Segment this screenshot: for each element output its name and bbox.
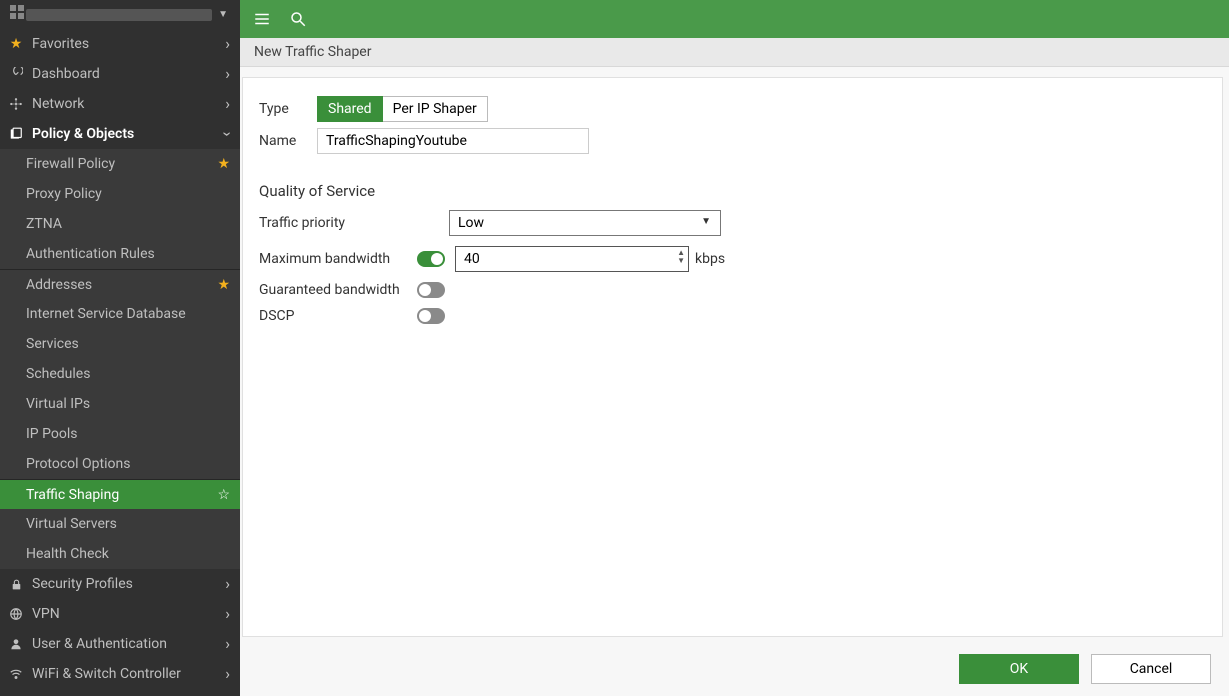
cancel-button[interactable]: Cancel — [1091, 654, 1211, 684]
user-icon — [8, 637, 24, 651]
sidebar-item-addresses[interactable]: Addresses ★ — [0, 269, 240, 299]
sidebar: ▼ ★ Favorites › Dashboard › Network › Po… — [0, 0, 240, 696]
lock-icon — [8, 578, 24, 591]
sidebar-item-label: IP Pools — [26, 426, 77, 442]
sidebar-section-wifi-switch[interactable]: WiFi & Switch Controller › — [0, 659, 240, 689]
sidebar-item-label: Proxy Policy — [26, 186, 102, 202]
sidebar-label: Network — [32, 96, 225, 112]
sidebar-item-traffic-shaping[interactable]: Traffic Shaping ☆ — [0, 479, 240, 509]
sidebar-item-auth-rules[interactable]: Authentication Rules — [0, 239, 240, 269]
guarbw-toggle[interactable] — [417, 282, 445, 298]
sidebar-item-health-check[interactable]: Health Check — [0, 539, 240, 569]
dscp-toggle[interactable] — [417, 308, 445, 324]
type-toggle: Shared Per IP Shaper — [317, 96, 488, 122]
chevron-right-icon: › — [225, 576, 230, 592]
priority-select[interactable]: Low — [449, 210, 721, 236]
content-scroll: Type Shared Per IP Shaper Name Quality o… — [240, 67, 1229, 696]
chevron-right-icon: › — [225, 606, 230, 622]
maxbw-label: Maximum bandwidth — [259, 251, 417, 267]
policy-icon — [8, 127, 24, 141]
form-card: Type Shared Per IP Shaper Name Quality o… — [242, 77, 1223, 637]
chevron-down-icon: › — [220, 132, 236, 137]
vpn-icon — [8, 607, 24, 621]
breadcrumb: New Traffic Shaper — [240, 38, 1229, 67]
sidebar-submenu-policy: Firewall Policy ★ Proxy Policy ZTNA Auth… — [0, 149, 240, 569]
name-input[interactable] — [317, 128, 589, 154]
sidebar-item-services[interactable]: Services — [0, 329, 240, 359]
sidebar-item-label: Traffic Shaping — [26, 487, 119, 503]
sidebar-section-favorites[interactable]: ★ Favorites › — [0, 29, 240, 59]
chevron-right-icon: › — [225, 96, 230, 112]
sidebar-label: VPN — [32, 606, 225, 622]
search-icon[interactable] — [288, 9, 308, 29]
menu-toggle-icon[interactable] — [252, 9, 272, 29]
sidebar-label: User & Authentication — [32, 636, 225, 652]
sidebar-item-label: ZTNA — [26, 216, 62, 232]
name-label: Name — [259, 133, 317, 149]
caret-down-icon: ▼ — [218, 9, 228, 20]
brand-logo-icon — [10, 5, 26, 25]
wifi-icon — [8, 667, 24, 681]
sidebar-section-user-auth[interactable]: User & Authentication › — [0, 629, 240, 659]
sidebar-label: Favorites — [32, 36, 225, 52]
sidebar-item-label: Schedules — [26, 366, 90, 382]
guarbw-label: Guaranteed bandwidth — [259, 282, 417, 298]
sidebar-item-label: Authentication Rules — [26, 246, 155, 262]
sidebar-item-firewall-policy[interactable]: Firewall Policy ★ — [0, 149, 240, 179]
sidebar-section-vpn[interactable]: VPN › — [0, 599, 240, 629]
sidebar-section-network[interactable]: Network › — [0, 89, 240, 119]
dscp-label: DSCP — [259, 308, 417, 324]
footer-actions: OK Cancel — [959, 654, 1211, 684]
sidebar-item-label: Virtual IPs — [26, 396, 90, 412]
stepper-icon[interactable]: ▲▼ — [677, 249, 685, 265]
sidebar-item-label: Health Check — [26, 546, 109, 562]
type-shared-button[interactable]: Shared — [317, 96, 383, 122]
sidebar-label: Policy & Objects — [32, 126, 225, 142]
sidebar-label: Dashboard — [32, 66, 225, 82]
main-area: New Traffic Shaper Type Shared Per IP Sh… — [240, 0, 1229, 696]
sidebar-item-label: Services — [26, 336, 79, 352]
maxbw-unit: kbps — [695, 251, 725, 267]
qos-header: Quality of Service — [259, 182, 1206, 200]
maxbw-input[interactable] — [455, 246, 689, 272]
priority-label: Traffic priority — [259, 215, 449, 231]
gauge-icon — [8, 67, 24, 81]
sidebar-item-label: Addresses — [26, 277, 92, 293]
network-icon — [8, 97, 24, 111]
ok-button[interactable]: OK — [959, 654, 1079, 684]
sidebar-item-protocol-options[interactable]: Protocol Options — [0, 449, 240, 479]
type-perip-button[interactable]: Per IP Shaper — [383, 96, 488, 122]
sidebar-section-dashboard[interactable]: Dashboard › — [0, 59, 240, 89]
sidebar-section-security-profiles[interactable]: Security Profiles › — [0, 569, 240, 599]
sidebar-item-ip-pools[interactable]: IP Pools — [0, 419, 240, 449]
sidebar-item-label: Firewall Policy — [26, 156, 115, 172]
brand-name — [26, 9, 212, 21]
sidebar-item-label: Internet Service Database — [26, 306, 186, 322]
sidebar-item-ztna[interactable]: ZTNA — [0, 209, 240, 239]
sidebar-item-isdb[interactable]: Internet Service Database — [0, 299, 240, 329]
sidebar-item-virtual-ips[interactable]: Virtual IPs — [0, 389, 240, 419]
chevron-right-icon: › — [225, 666, 230, 682]
sidebar-item-label: Virtual Servers — [26, 516, 117, 532]
star-icon[interactable]: ★ — [217, 277, 230, 293]
sidebar-label: Security Profiles — [32, 576, 225, 592]
sidebar-item-schedules[interactable]: Schedules — [0, 359, 240, 389]
chevron-right-icon: › — [225, 36, 230, 52]
sidebar-item-proxy-policy[interactable]: Proxy Policy — [0, 179, 240, 209]
star-icon: ★ — [8, 36, 24, 52]
chevron-right-icon: › — [225, 636, 230, 652]
breadcrumb-text: New Traffic Shaper — [254, 44, 371, 60]
chevron-right-icon: › — [225, 66, 230, 82]
sidebar-item-virtual-servers[interactable]: Virtual Servers — [0, 509, 240, 539]
topbar — [240, 0, 1229, 38]
brand-selector[interactable]: ▼ — [0, 0, 240, 29]
sidebar-item-label: Protocol Options — [26, 456, 130, 472]
sidebar-section-policy[interactable]: Policy & Objects › — [0, 119, 240, 149]
maxbw-toggle[interactable] — [417, 251, 445, 267]
sidebar-label: WiFi & Switch Controller — [32, 666, 225, 682]
star-outline-icon[interactable]: ☆ — [217, 487, 230, 503]
type-label: Type — [259, 101, 317, 117]
star-icon[interactable]: ★ — [217, 156, 230, 172]
